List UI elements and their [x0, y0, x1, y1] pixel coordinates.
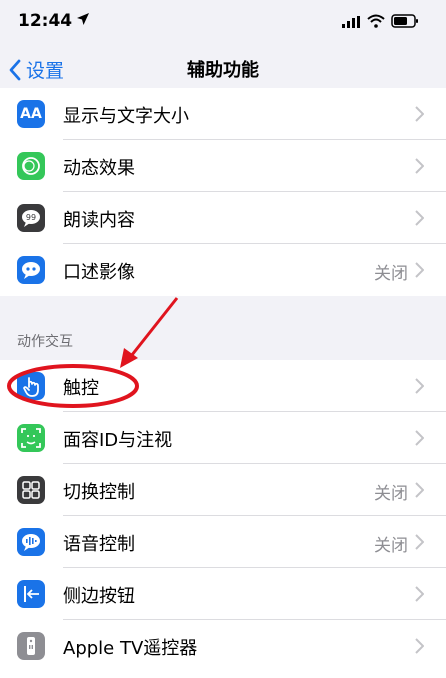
row-side-button[interactable]: 侧边按钮	[0, 568, 446, 620]
row-label: 口述影像	[63, 262, 135, 283]
svg-text:99: 99	[26, 213, 36, 222]
row-switch-control[interactable]: 切换控制 关闭	[0, 464, 446, 516]
row-label: 触控	[63, 378, 99, 399]
row-label: 显示与文字大小	[63, 106, 189, 127]
status-bar: 12:44	[0, 0, 446, 44]
row-label: 侧边按钮	[63, 586, 135, 607]
cellular-signal-icon	[342, 16, 360, 28]
row-audio-descriptions[interactable]: 口述影像 关闭	[0, 244, 446, 296]
voice-control-icon	[17, 528, 45, 556]
chevron-right-icon	[415, 638, 424, 654]
location-arrow-icon	[77, 13, 89, 25]
row-label: 动态效果	[63, 158, 135, 179]
chevron-right-icon	[415, 262, 424, 278]
chevron-right-icon	[415, 378, 424, 394]
row-touch[interactable]: 触控	[0, 360, 446, 412]
chevron-right-icon	[415, 482, 424, 498]
wifi-icon	[367, 14, 385, 28]
chevron-right-icon	[415, 430, 424, 446]
remote-icon	[17, 632, 45, 660]
chevron-right-icon	[415, 534, 424, 550]
audio-description-icon	[17, 256, 45, 284]
chevron-right-icon	[415, 586, 424, 602]
row-voice-control[interactable]: 语音控制 关闭	[0, 516, 446, 568]
row-label: 切换控制	[63, 482, 135, 503]
switch-control-icon	[17, 476, 45, 504]
hand-touch-icon	[17, 372, 45, 400]
speech-bubble-icon: 99	[17, 204, 45, 232]
side-button-icon	[17, 580, 45, 608]
row-label: 语音控制	[63, 534, 135, 555]
row-motion[interactable]: 动态效果	[0, 140, 446, 192]
row-text-size[interactable]: AA 显示与文字大小	[0, 88, 446, 140]
row-apple-tv-remote[interactable]: Apple TV遥控器	[0, 620, 446, 672]
chevron-right-icon	[415, 210, 424, 226]
navigation-bar: 设置 辅助功能	[0, 44, 446, 92]
row-label: 面容ID与注视	[63, 430, 173, 451]
row-spoken-content[interactable]: 99 朗读内容	[0, 192, 446, 244]
row-value: 关闭	[374, 264, 408, 284]
annotation-arrow-line	[126, 297, 179, 361]
row-face-id[interactable]: 面容ID与注视	[0, 412, 446, 464]
page-title: 辅助功能	[187, 60, 259, 81]
motion-icon	[17, 152, 45, 180]
row-label: 朗读内容	[63, 210, 135, 231]
text-size-icon: AA	[17, 100, 45, 128]
row-value: 关闭	[374, 484, 408, 504]
row-value: 关闭	[374, 536, 408, 556]
chevron-right-icon	[415, 158, 424, 174]
battery-icon	[391, 14, 418, 28]
row-label: Apple TV遥控器	[63, 638, 198, 659]
status-time: 12:44	[18, 11, 73, 31]
vision-settings-group: AA 显示与文字大小 动态效果 99 朗读内容 口述影像 关闭	[0, 88, 446, 296]
face-id-icon	[17, 424, 45, 452]
interaction-settings-group: 触控 面容ID与注视 切换控制 关闭 语音控制 关闭 侧边按钮 Apple TV…	[0, 360, 446, 678]
chevron-right-icon	[415, 106, 424, 122]
section-header: 动作交互	[17, 334, 73, 350]
